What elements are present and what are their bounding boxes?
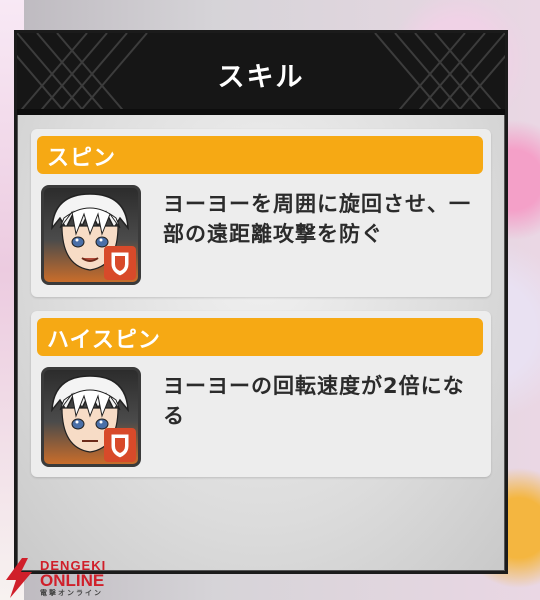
panel-title: スキル [217, 62, 305, 93]
skill-name: スピン [47, 146, 117, 171]
panel-header: スキル [17, 33, 505, 115]
skill-name-bar: ハイスピン [37, 318, 483, 356]
skill-name-bar: スピン [37, 136, 483, 174]
skill-card[interactable]: ハイスピン ヨーヨーの回転速度が2倍になる [31, 311, 491, 477]
skill-panel: スキル スピン ヨーヨーを周囲に旋回させ、一部の遠距離攻撃を防ぐ ハイスピン ヨ… [14, 30, 508, 574]
skill-card[interactable]: スピン ヨーヨーを周囲に旋回させ、一部の遠距離攻撃を防ぐ [31, 129, 491, 297]
logo-text-japanese: 電撃オンライン [40, 590, 103, 597]
character-portrait-with-shield-icon [41, 367, 141, 467]
skill-description: ヨーヨーの回転速度が2倍になる [163, 374, 465, 428]
skill-description: ヨーヨーを周囲に旋回させ、一部の遠距離攻撃を防ぐ [163, 192, 471, 246]
lightning-bolt-icon [6, 558, 32, 598]
dengeki-online-logo: DENGEKI ONLINE 電撃オンライン [2, 556, 132, 598]
character-portrait-with-shield-icon [41, 185, 141, 285]
skill-name: ハイスピン [47, 328, 161, 353]
